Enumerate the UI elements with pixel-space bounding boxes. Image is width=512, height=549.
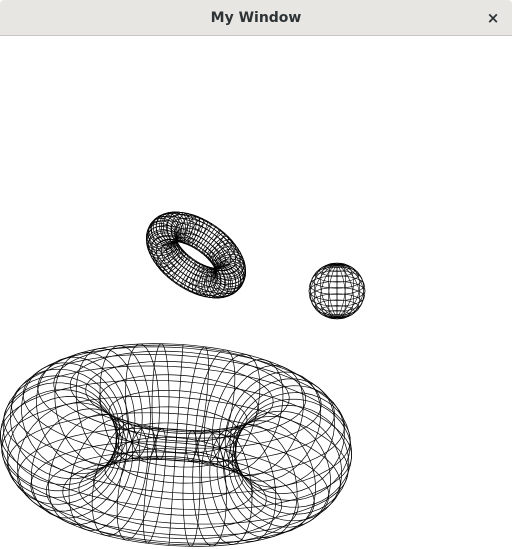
close-button[interactable]: ×	[482, 7, 504, 29]
title-bar[interactable]: My Window ×	[0, 0, 512, 36]
window-title: My Window	[210, 10, 302, 26]
scene-viewport[interactable]	[0, 37, 512, 549]
large-torus-wireframe	[0, 343, 352, 547]
sphere-wireframe	[308, 262, 366, 320]
app-window: My Window ×	[0, 0, 512, 549]
wire-line	[0, 379, 352, 511]
small-torus-wireframe	[145, 211, 247, 299]
close-icon: ×	[486, 9, 500, 27]
gl-canvas[interactable]	[0, 37, 512, 549]
